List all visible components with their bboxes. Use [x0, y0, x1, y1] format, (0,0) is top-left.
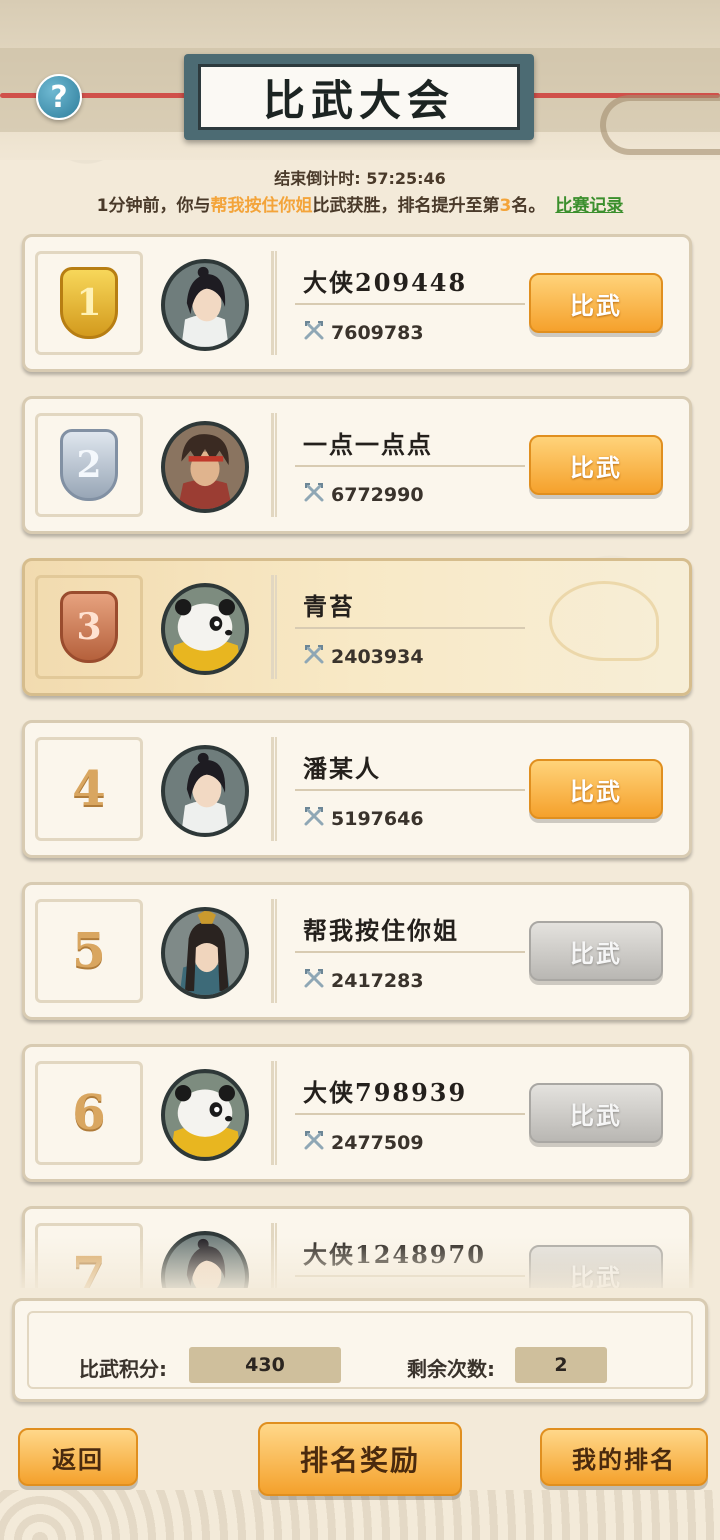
remaining-label: 剩余次数:: [407, 1357, 495, 1381]
row-divider: [295, 951, 525, 953]
stats-panel: 比武积分: 430 剩余次数: 2: [12, 1298, 708, 1402]
challenge-button[interactable]: 比武: [529, 435, 663, 495]
crossed-swords-icon: [303, 805, 325, 832]
panda-icon[interactable]: [161, 1069, 249, 1161]
back-button[interactable]: 返回: [18, 1428, 138, 1486]
player-name: 帮我按住你姐: [303, 916, 459, 945]
rank-box: 2: [35, 413, 143, 517]
page-title: 比武大会: [262, 75, 455, 125]
player-name: 一点一点点: [303, 430, 433, 459]
rank-row: 4 潘某人 5197646 比武: [22, 720, 692, 858]
player-name: 青苔: [303, 592, 355, 621]
title-plaque: 比武大会: [184, 54, 534, 140]
match-record-link[interactable]: 比赛记录: [555, 196, 623, 216]
info-divider: [271, 413, 277, 517]
panda-icon[interactable]: [161, 583, 249, 675]
score-value: 430: [189, 1347, 341, 1383]
my-rank-button[interactable]: 我的排名: [540, 1428, 708, 1486]
info-divider: [271, 737, 277, 841]
challenge-button[interactable]: 比武: [529, 759, 663, 819]
combat-power: 7609783: [303, 319, 424, 346]
battle-notice: 1分钟前，你与帮我按住你姐比武获胜，排名提升至第3名。 比赛记录: [0, 191, 720, 216]
rank-row: 6 大侠798939 2477509 比武: [22, 1044, 692, 1182]
challenge-button: 比武: [529, 921, 663, 981]
crossed-swords-icon: [303, 481, 325, 508]
rank-box: 3: [35, 575, 143, 679]
list-fade: [0, 1236, 720, 1296]
rank-box: 5: [35, 899, 143, 1003]
crossed-swords-icon: [303, 319, 325, 346]
combat-power-value: 5197646: [331, 807, 424, 830]
warrior-headband-icon[interactable]: [161, 421, 249, 513]
rank-number: 5: [72, 923, 106, 979]
rank-number: 4: [72, 761, 106, 817]
ranking-list[interactable]: 1 大侠209448 7609783 比武 2 一点一点点 6772990 比武 3 青苔 2403…: [0, 228, 720, 1288]
combat-power-value: 2403934: [331, 645, 424, 668]
notice-opponent: 帮我按住你姐: [210, 196, 313, 216]
row-divider: [295, 465, 525, 467]
info-divider: [271, 1061, 277, 1165]
stats-frame: 比武积分: 430 剩余次数: 2: [27, 1311, 693, 1389]
crossed-swords-icon: [303, 1129, 325, 1156]
info-divider: [271, 251, 277, 355]
swordsman-white-icon[interactable]: [161, 745, 249, 837]
rank-1-medal-icon: 1: [60, 267, 118, 339]
rank-box: 6: [35, 1061, 143, 1165]
cloud-pattern: [549, 581, 659, 661]
help-button[interactable]: ?: [36, 74, 82, 120]
scholar-crown-icon[interactable]: [161, 907, 249, 999]
row-divider: [295, 303, 525, 305]
player-name: 大侠798939: [303, 1078, 468, 1107]
countdown-value: 57:25:46: [366, 169, 446, 188]
notice-prefix: 1分钟前，你与: [96, 196, 211, 216]
rank-box: 4: [35, 737, 143, 841]
combat-power-value: 2477509: [331, 1131, 424, 1154]
remaining-value: 2: [515, 1347, 607, 1383]
rank-3-medal-icon: 3: [60, 591, 118, 663]
crossed-swords-icon: [303, 967, 325, 994]
combat-power-value: 7609783: [331, 321, 424, 344]
player-name: 大侠209448: [303, 268, 468, 297]
question-icon: ?: [50, 79, 68, 115]
crossed-swords-icon: [303, 643, 325, 670]
rank-row: 5 帮我按住你姐 2417283 比武: [22, 882, 692, 1020]
swordsman-white-icon[interactable]: [161, 259, 249, 351]
combat-power-value: 6772990: [331, 483, 424, 506]
rope-left: [0, 93, 190, 98]
combat-power: 2417283: [303, 967, 424, 994]
notice-suffix: 名。: [511, 196, 546, 216]
combat-power: 2477509: [303, 1129, 424, 1156]
rank-2-medal-icon: 2: [60, 429, 118, 501]
countdown: 结束倒计时: 57:25:46: [0, 165, 720, 189]
rank-row: 1 大侠209448 7609783 比武: [22, 234, 692, 372]
combat-power: 6772990: [303, 481, 424, 508]
challenge-button[interactable]: 比武: [529, 273, 663, 333]
row-divider: [295, 627, 525, 629]
combat-power: 5197646: [303, 805, 424, 832]
cloud-decoration: [600, 95, 720, 155]
challenge-button: 比武: [529, 1083, 663, 1143]
player-name: 潘某人: [303, 754, 381, 783]
rank-row: 2 一点一点点 6772990 比武: [22, 396, 692, 534]
title-frame: 比武大会: [198, 64, 520, 130]
combat-power-value: 2417283: [331, 969, 424, 992]
notice-rank: 3: [499, 196, 512, 216]
combat-power: 2403934: [303, 643, 424, 670]
row-divider: [295, 1113, 525, 1115]
my-rank-row: 3 青苔 2403934: [22, 558, 692, 696]
row-divider: [295, 789, 525, 791]
notice-middle: 比武获胜，排名提升至第: [312, 196, 500, 216]
countdown-label: 结束倒计时:: [274, 169, 361, 188]
score-label: 比武积分:: [79, 1357, 167, 1381]
rank-reward-button[interactable]: 排名奖励: [258, 1422, 462, 1496]
info-divider: [271, 575, 277, 679]
rank-number: 6: [72, 1085, 106, 1141]
rank-box: 1: [35, 251, 143, 355]
floor-decoration: [0, 1490, 720, 1540]
info-divider: [271, 899, 277, 1003]
